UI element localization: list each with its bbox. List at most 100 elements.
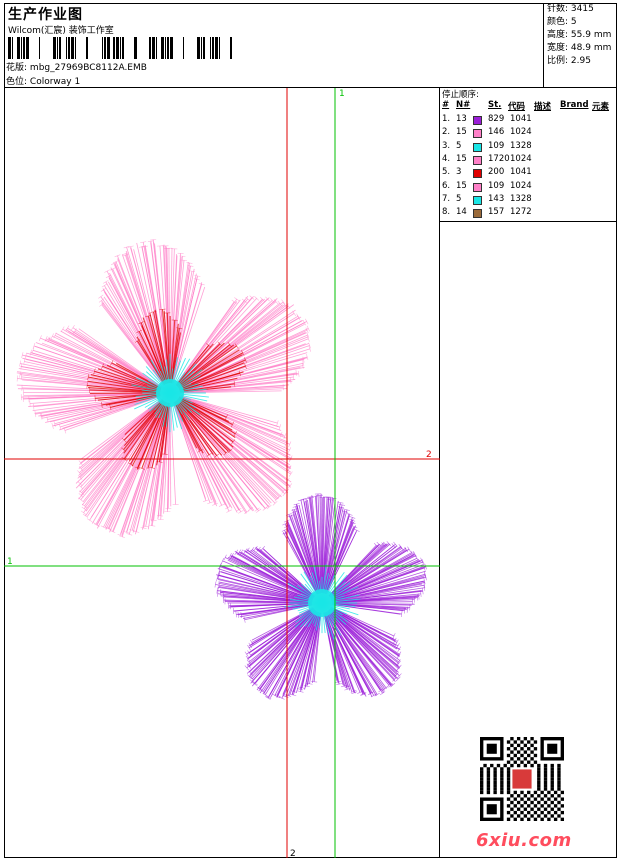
barcode-bar	[71, 37, 74, 59]
barcode-bar	[17, 37, 20, 59]
barcode-bar	[102, 37, 103, 59]
color-swatch	[473, 195, 482, 205]
row-n: 5	[456, 140, 462, 151]
colorway-line: 色位: Colorway 1	[6, 75, 147, 89]
barcode-bar	[113, 37, 115, 59]
qr-code	[480, 737, 564, 821]
petal	[172, 395, 293, 515]
pink-flower	[16, 239, 312, 539]
col-stitches: St.	[488, 100, 502, 110]
guide-label-green-top: 1	[339, 89, 345, 99]
color-swatch	[473, 155, 482, 165]
col-code: 代码	[508, 102, 526, 112]
row-code: 1024	[510, 127, 532, 138]
row-st: 1720	[488, 153, 510, 164]
barcode-bar	[197, 37, 200, 59]
barcode-bar	[59, 37, 61, 59]
barcode-bar	[8, 37, 11, 59]
petal	[98, 239, 206, 386]
barcode-bar	[75, 37, 76, 59]
file-info: 花版: mbg_27969BC8112A.EMB 色位: Colorway 1	[6, 61, 147, 89]
row-n: 5	[456, 193, 462, 204]
row-st: 109	[488, 140, 505, 151]
barcode-bar	[134, 37, 137, 59]
guide-label-green-left: 1	[7, 557, 13, 567]
row-n: 15	[456, 127, 467, 138]
barcode-bar	[21, 37, 22, 59]
col-desc: 描述	[534, 102, 552, 112]
barcode-bar	[12, 37, 13, 59]
petal	[244, 607, 322, 700]
row-n: 3	[456, 167, 462, 178]
row-idx: 2.	[442, 127, 451, 138]
barcode-bar	[149, 37, 151, 59]
barcode-bar	[116, 37, 119, 59]
barcode-bar	[167, 37, 169, 59]
row-code: 1328	[510, 193, 532, 204]
barcode-bar	[122, 37, 124, 59]
row-code: 1041	[510, 167, 532, 178]
colorway-label: 色位:	[6, 77, 28, 87]
row-n: 15	[456, 153, 467, 164]
stat-stitches: 针数: 3415	[547, 4, 594, 14]
color-swatch	[473, 116, 482, 125]
barcode-bar	[120, 37, 121, 59]
color-swatch	[473, 169, 482, 179]
petal	[214, 546, 315, 623]
stat-scale: 比例: 2.95	[547, 56, 591, 66]
barcode	[8, 37, 232, 59]
row-n: 15	[456, 180, 467, 191]
barcode-bar	[210, 37, 211, 59]
row-code: 1041	[510, 114, 532, 124]
colorway-value: Colorway 1	[29, 77, 81, 87]
row-st: 157	[488, 207, 505, 218]
embroidery-preview: 1 1 2 2	[4, 88, 440, 858]
page-title: 生产作业图	[8, 7, 83, 23]
barcode-bar	[104, 37, 106, 59]
pattern-line: 花版: mbg_27969BC8112A.EMB	[6, 61, 147, 75]
row-st: 829	[488, 114, 505, 124]
sequence-title: 停止顺序:	[442, 90, 479, 100]
petal	[323, 606, 402, 698]
barcode-bar	[165, 37, 166, 59]
barcode-bar	[219, 37, 220, 59]
stat-width: 宽度: 48.9 mm	[547, 43, 612, 53]
barcode-bar	[230, 37, 232, 59]
barcode-bar	[212, 37, 214, 59]
row-st: 109	[488, 180, 505, 191]
barcode-bar	[203, 37, 205, 59]
barcode-bar	[53, 37, 56, 59]
barcode-bar	[215, 37, 218, 59]
row-code: 1328	[510, 140, 532, 151]
row-idx: 4.	[442, 153, 451, 164]
row-code: 1024	[510, 153, 532, 164]
row-idx: 1.	[442, 114, 451, 124]
row-st: 146	[488, 127, 505, 138]
studio-name: Wilcom(汇宸) 装饰工作室	[8, 26, 114, 36]
petal	[75, 398, 179, 539]
barcode-bar	[39, 37, 40, 59]
row-n: 14	[456, 207, 467, 218]
row-st: 143	[488, 193, 505, 204]
color-swatch	[473, 209, 482, 219]
barcode-bar	[66, 37, 67, 59]
stat-colors: 颜色: 5	[547, 17, 577, 27]
barcode-bar	[161, 37, 164, 59]
stat-height: 高度: 55.9 mm	[547, 30, 612, 40]
barcode-bar	[86, 37, 88, 59]
barcode-bar	[170, 37, 173, 59]
row-idx: 7.	[442, 193, 451, 204]
barcode-bar	[23, 37, 25, 59]
barcode-bar	[57, 37, 58, 59]
barcode-bar	[201, 37, 202, 59]
barcode-bar	[183, 37, 184, 59]
stop-sequence-panel: 停止顺序: # N# St. 代码 描述 Brand 元素 1. 13 829 104…	[440, 88, 617, 222]
design-preview: 1 1 2 2	[4, 88, 440, 858]
col-index: #	[442, 100, 450, 110]
barcode-bar	[156, 37, 157, 59]
pattern-label: 花版:	[6, 63, 28, 73]
purple-flower	[214, 493, 427, 700]
barcode-bar	[68, 37, 70, 59]
row-st: 200	[488, 167, 505, 178]
row-idx: 5.	[442, 167, 451, 178]
